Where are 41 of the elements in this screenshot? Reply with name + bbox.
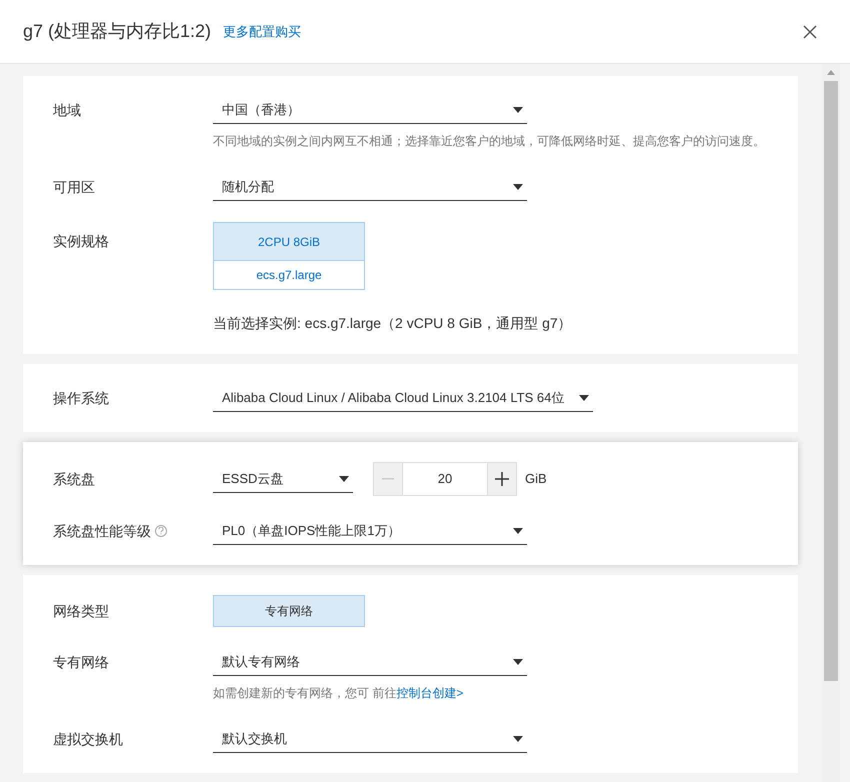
scrollbar[interactable]: [822, 64, 840, 782]
field-label: 操作系统: [53, 388, 109, 408]
network-type-option[interactable]: 专有网络: [213, 595, 365, 627]
dropdown[interactable]: 中国（香港）: [213, 96, 527, 124]
dropdown[interactable]: 随机分配: [213, 173, 527, 201]
help-icon[interactable]: [155, 525, 167, 537]
dropdown[interactable]: 默认专有网络: [213, 648, 527, 676]
field-label: 系统盘性能等级: [53, 522, 151, 540]
caret-icon: [513, 658, 523, 664]
field-label: 实例规格: [53, 232, 109, 250]
unit-label: GiB: [525, 470, 547, 488]
caret-icon: [513, 736, 523, 742]
field-label: 专有网络: [53, 652, 109, 672]
more-config-link[interactable]: 更多配置购买: [223, 22, 302, 42]
dropdown[interactable]: 默认交换机: [213, 725, 527, 753]
field-label: 地域: [53, 100, 81, 120]
caret-icon: [513, 106, 523, 112]
caret-icon: [339, 476, 349, 482]
close-icon[interactable]: [803, 24, 817, 38]
field-label: 网络类型: [53, 602, 109, 620]
spec-option[interactable]: 2CPU 8GiB ecs.g7.large: [213, 222, 365, 290]
size-input[interactable]: 20: [403, 462, 487, 496]
minus-button[interactable]: [373, 462, 403, 496]
hint-text: 不同地域的实例之间内网互不相通；选择靠近您客户的地域，可降低网络时延、提高您客户的访问速度。: [213, 133, 766, 150]
plus-icon: [495, 472, 509, 486]
field-label: 虚拟交换机: [53, 730, 123, 748]
field-label: 系统盘: [53, 470, 95, 488]
scrollbar-thumb[interactable]: [824, 81, 838, 681]
console-link[interactable]: 控制台创建>: [396, 686, 464, 700]
selection-summary: 当前选择实例: ecs.g7.large（2 vCPU 8 GiB，通用型 g7）: [213, 314, 572, 333]
field-label: 可用区: [53, 178, 95, 196]
plus-button[interactable]: [487, 462, 517, 496]
hint-text: 如需创建新的专有网络，您可 前往控制台创建>: [213, 685, 464, 702]
dropdown[interactable]: ESSD云盘: [213, 465, 353, 493]
scroll-up-icon[interactable]: [827, 70, 835, 75]
dropdown[interactable]: Alibaba Cloud Linux / Alibaba Cloud Linux 3.2104 LTS 64位: [213, 384, 593, 412]
dropdown[interactable]: PL0（单盘IOPS性能上限1万）: [213, 517, 527, 545]
dialog-title: g7 (处理器与内存比1:2): [23, 20, 212, 43]
caret-icon: [579, 394, 589, 400]
caret-icon: [513, 184, 523, 190]
caret-icon: [513, 528, 523, 534]
